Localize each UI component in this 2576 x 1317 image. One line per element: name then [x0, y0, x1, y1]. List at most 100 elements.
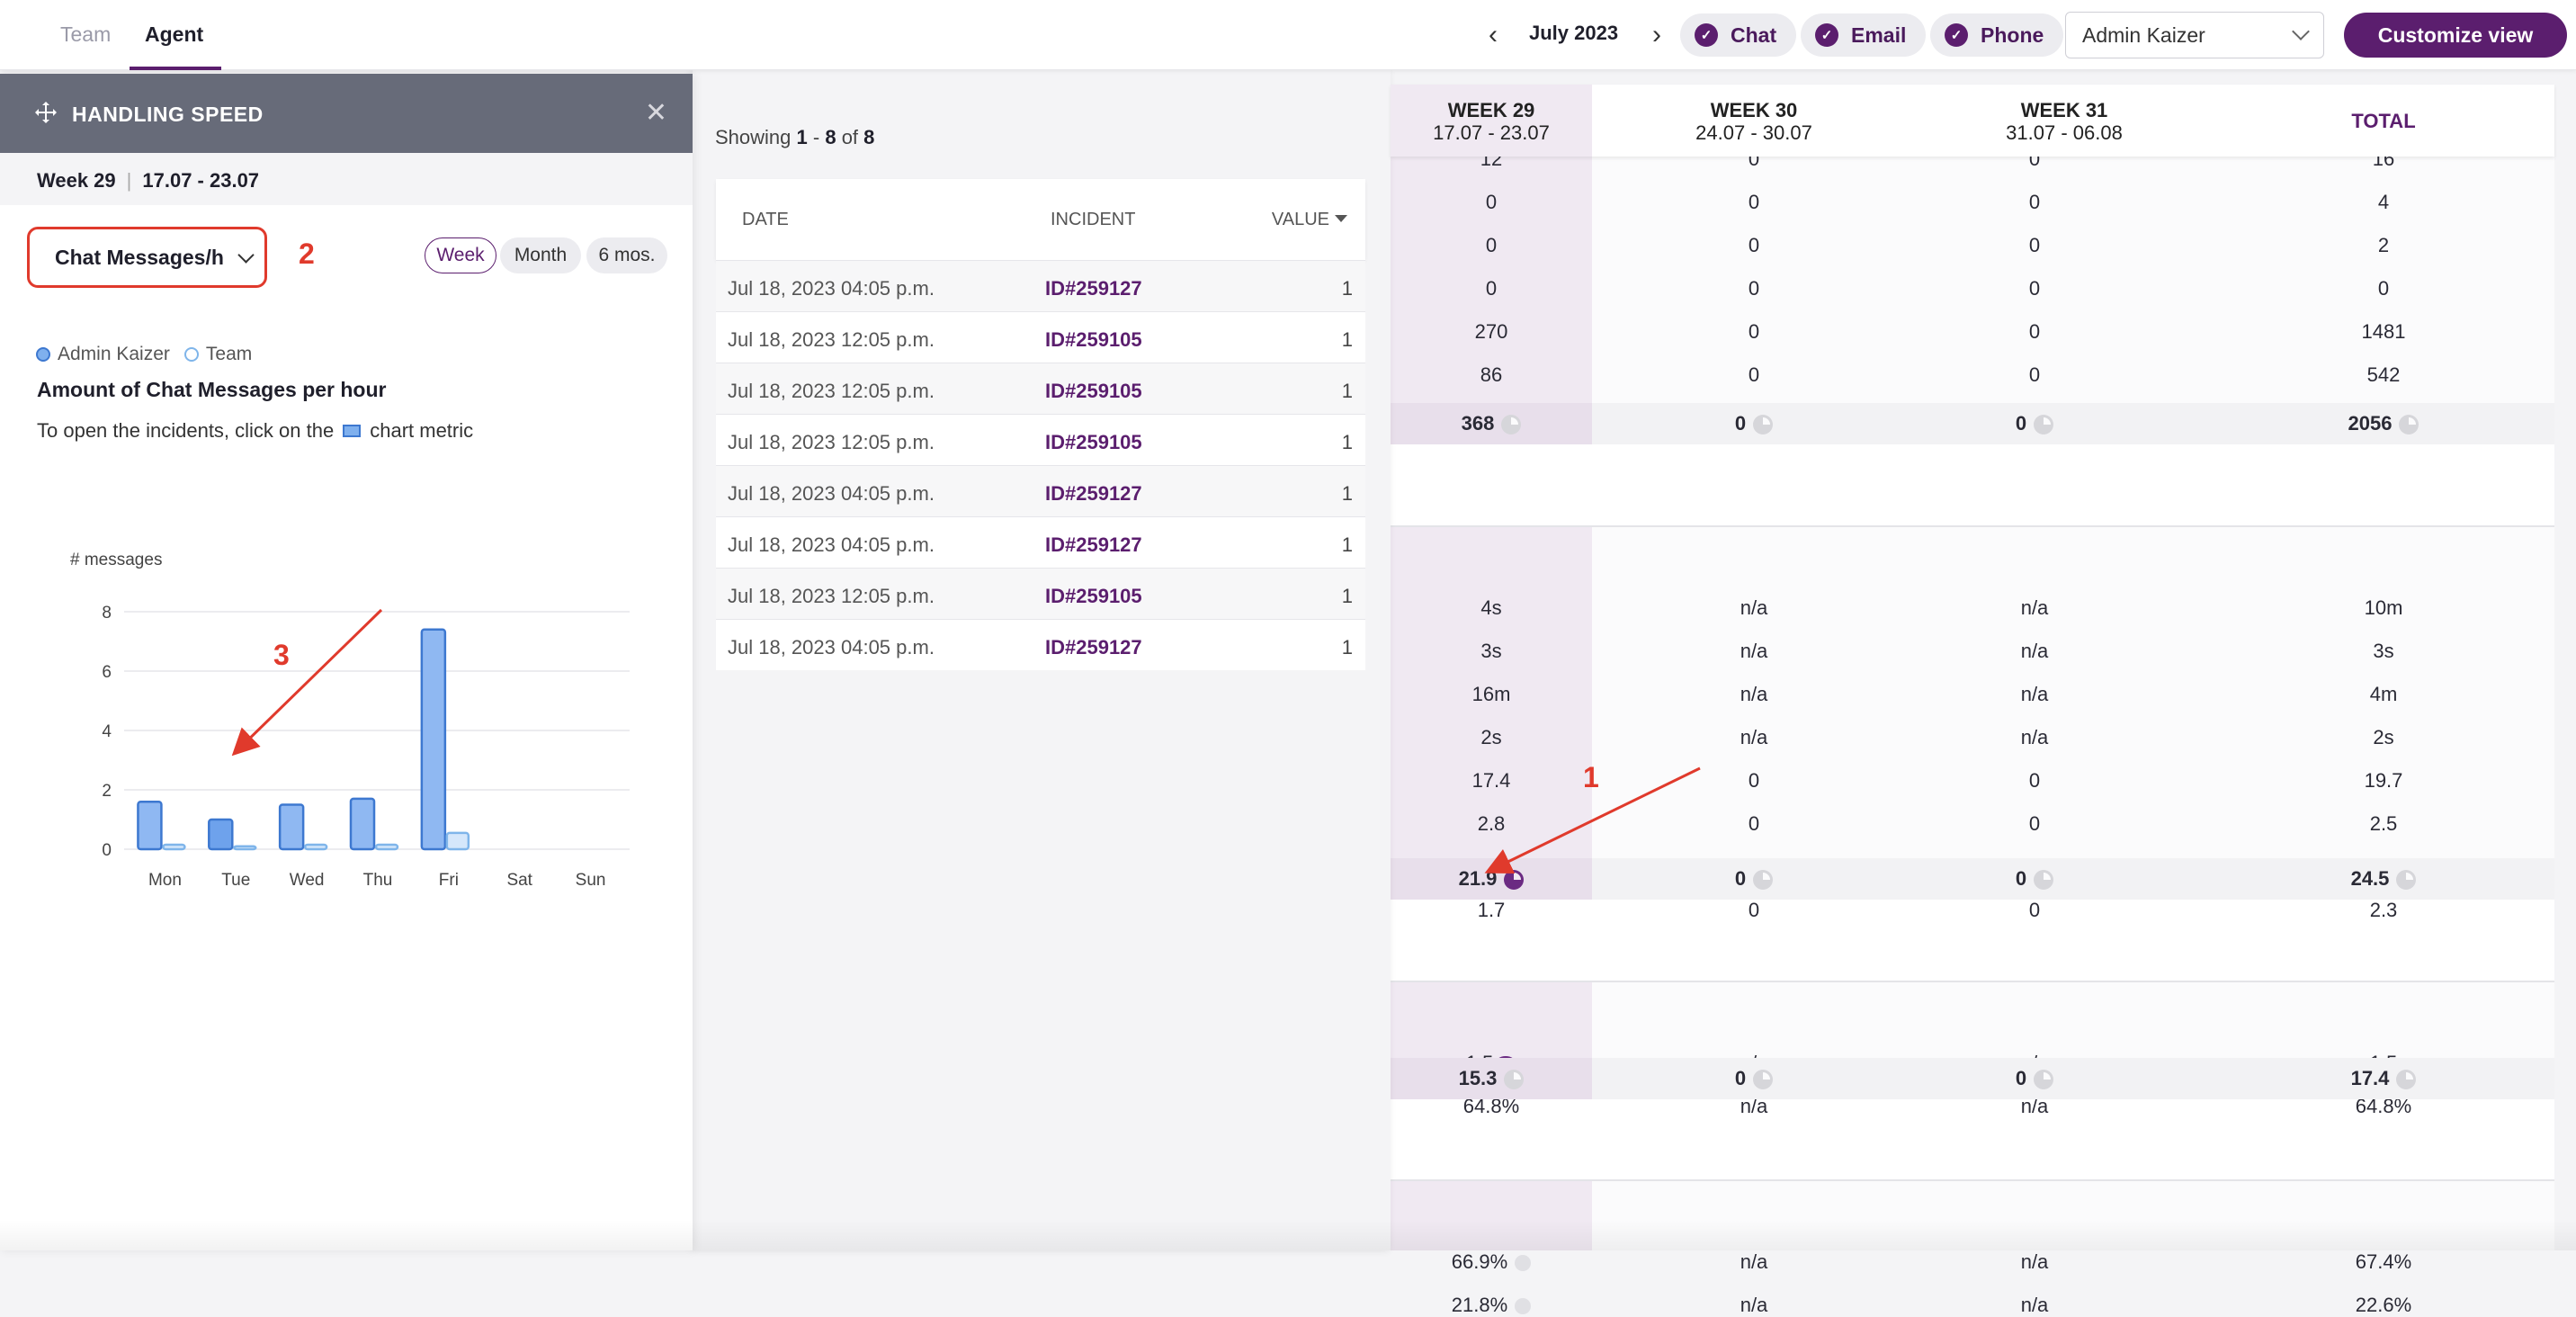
incident-row[interactable]: Jul 18, 2023 04:05 p.m. ID#259127 1 — [716, 465, 1365, 516]
tab-team[interactable]: Team — [60, 0, 111, 70]
bar-admin-fri[interactable] — [420, 628, 447, 851]
table-cell: 0 — [1401, 191, 1581, 214]
table-cell-value: 1.7 — [1477, 899, 1506, 921]
bar-admin-wed[interactable] — [278, 803, 305, 851]
incident-id-link[interactable]: ID#259105 — [1045, 431, 1142, 454]
pie-chart-icon[interactable] — [2034, 870, 2054, 891]
period-6mos-button[interactable]: 6 mos. — [586, 237, 667, 273]
incident-id-link[interactable]: ID#259105 — [1045, 585, 1142, 608]
channel-label: Phone — [1981, 22, 2044, 47]
header-week-range: 24.07 - 30.07 — [1695, 121, 1812, 144]
table-cell-value: 19.7 — [2364, 769, 2403, 792]
pie-icon[interactable] — [1515, 1298, 1532, 1315]
table-cell-value: 0 — [2028, 277, 2041, 300]
table-cell: 1481 — [2294, 320, 2473, 344]
table-cell: 0 — [1664, 899, 1844, 922]
incident-id-link[interactable]: ID#259105 — [1045, 328, 1142, 352]
bar-admin-thu[interactable] — [349, 797, 376, 851]
header-week-31: WEEK 31 31.07 - 06.08 — [1916, 99, 2213, 144]
channel-chip-email[interactable]: ✓ Email — [1801, 13, 1927, 57]
metric-select[interactable]: Chat Messages/h — [27, 227, 267, 288]
summary-cell: 0 — [1945, 412, 2124, 435]
incident-row[interactable]: Jul 18, 2023 12:05 p.m. ID#259105 1 — [716, 414, 1365, 465]
table-cell: n/a — [1945, 683, 2124, 706]
table-cell-value: 0 — [1748, 277, 1760, 300]
table-cell: n/a — [1945, 1250, 2124, 1274]
chevron-down-icon — [237, 246, 255, 264]
bar-team-mon[interactable] — [162, 843, 186, 851]
pie-chart-icon[interactable] — [1501, 415, 1522, 435]
pie-chart-icon[interactable] — [2399, 415, 2419, 435]
table-cell: 0 — [1664, 320, 1844, 344]
bar-admin-mon[interactable] — [137, 800, 163, 851]
incident-row[interactable]: Jul 18, 2023 12:05 p.m. ID#259105 1 — [716, 311, 1365, 363]
incident-date: Jul 18, 2023 04:05 p.m. — [728, 482, 935, 505]
table-cell: n/a — [1945, 726, 2124, 749]
agent-select[interactable]: Admin Kaizer — [2065, 12, 2324, 58]
table-cell: 0 — [1664, 769, 1844, 793]
incident-date: Jul 18, 2023 04:05 p.m. — [728, 533, 935, 556]
table-cell: 270 — [1401, 320, 1581, 344]
bar-team-tue[interactable] — [233, 845, 257, 851]
pie-icon[interactable] — [1515, 1255, 1532, 1272]
bar-admin-tue[interactable] — [208, 818, 234, 851]
incident-row[interactable]: Jul 18, 2023 12:05 p.m. ID#259105 1 — [716, 363, 1365, 414]
chevron-right-icon[interactable]: › — [1644, 20, 1669, 50]
table-cell-value: 2.5 — [2369, 812, 2398, 835]
incident-id-link[interactable]: ID#259127 — [1045, 533, 1142, 557]
pie-chart-icon[interactable] — [2034, 415, 2054, 435]
incident-id-link[interactable]: ID#259127 — [1045, 636, 1142, 659]
incident-id-link[interactable]: ID#259127 — [1045, 277, 1142, 300]
x-tick-label: Wed — [290, 871, 325, 890]
column-incident[interactable]: INCIDENT — [1051, 210, 1135, 230]
header-total: TOTAL — [2351, 110, 2416, 132]
period-month-button[interactable]: Month — [500, 237, 581, 273]
incident-id-link[interactable]: ID#259127 — [1045, 482, 1142, 506]
pie-chart-icon[interactable] — [1504, 1070, 1525, 1090]
pie-chart-icon[interactable] — [1753, 1070, 1774, 1090]
table-cell-value: 22.6% — [2355, 1294, 2412, 1316]
customize-view-button[interactable]: Customize view — [2344, 13, 2567, 58]
bar-team-thu[interactable] — [374, 843, 399, 851]
incident-row[interactable]: Jul 18, 2023 12:05 p.m. ID#259105 1 — [716, 568, 1365, 619]
table-cell-value: 66.9% — [1451, 1250, 1508, 1273]
incident-value: 1 — [1341, 431, 1353, 453]
pie-chart-icon[interactable] — [1504, 870, 1525, 891]
channel-chip-phone[interactable]: ✓ Phone — [1930, 13, 2064, 57]
table-cell: 542 — [2294, 363, 2473, 387]
summary-cell-value: 15.3 — [1458, 1067, 1498, 1089]
table-cell-value: 542 — [2366, 363, 2401, 386]
pie-chart-icon[interactable] — [1753, 415, 1774, 435]
incident-row[interactable]: Jul 18, 2023 04:05 p.m. ID#259127 1 — [716, 516, 1365, 568]
pie-chart-icon[interactable] — [2396, 1070, 2417, 1090]
pie-chart-icon[interactable] — [2034, 1070, 2054, 1090]
week-label: Week 29 — [37, 169, 116, 192]
column-value[interactable]: VALUE — [1272, 210, 1329, 230]
showing-total: 8 — [863, 126, 875, 148]
channel-chip-chat[interactable]: ✓ Chat — [1680, 13, 1797, 57]
agent-select-value: Admin Kaizer — [2082, 22, 2205, 47]
tab-agent[interactable]: Agent — [145, 0, 203, 70]
pie-chart-icon[interactable] — [1753, 870, 1774, 891]
close-icon[interactable]: ✕ — [645, 97, 667, 129]
sort-desc-icon[interactable] — [1335, 215, 1347, 222]
bar-team-fri[interactable] — [445, 831, 470, 851]
header-week-label: WEEK 29 — [1447, 99, 1535, 121]
incident-id-link[interactable]: ID#259105 — [1045, 380, 1142, 403]
incident-row[interactable]: Jul 18, 2023 04:05 p.m. ID#259127 1 — [716, 260, 1365, 311]
incident-row[interactable]: Jul 18, 2023 04:05 p.m. ID#259127 1 — [716, 619, 1365, 670]
check-icon: ✓ — [1695, 23, 1718, 47]
pie-chart-icon[interactable] — [2396, 870, 2417, 891]
move-icon[interactable] — [34, 101, 58, 124]
summary-cell: 0 — [1664, 867, 1844, 891]
column-date[interactable]: DATE — [742, 210, 789, 230]
bar-team-wed[interactable] — [303, 843, 328, 851]
table-cell: n/a — [1664, 1294, 1844, 1317]
table-cell-value: 270 — [1474, 320, 1508, 343]
chevron-left-icon[interactable]: ‹ — [1480, 20, 1506, 50]
table-cell-value: 3s — [2373, 640, 2394, 662]
table-cell-value: n/a — [1740, 683, 1768, 705]
period-week-button[interactable]: Week — [425, 237, 496, 273]
table-cell: 0 — [1945, 320, 2124, 344]
table-cell-value: 10m — [2364, 596, 2403, 619]
